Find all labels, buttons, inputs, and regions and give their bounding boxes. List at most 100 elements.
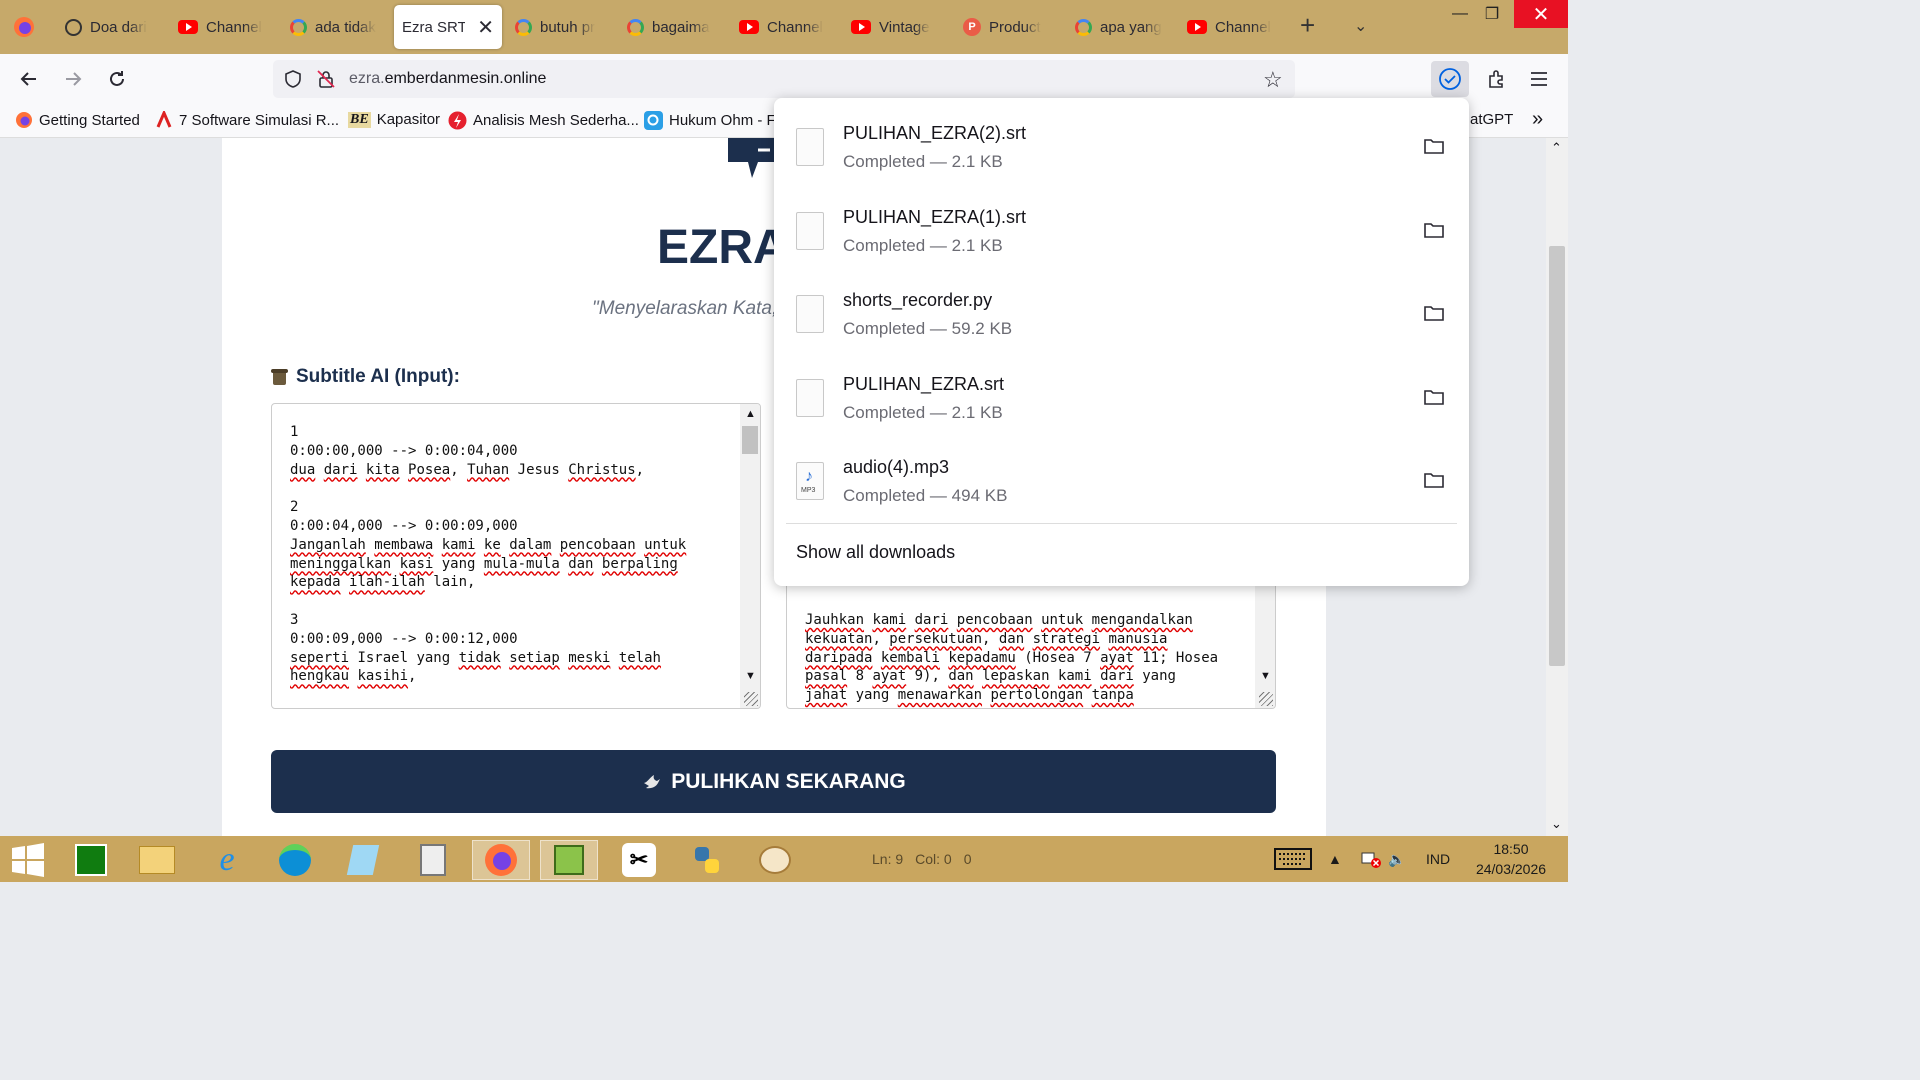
download-item[interactable]: PULIHAN_EZRA(2).srt Completed — 2.1 KB xyxy=(774,98,1469,182)
url-text[interactable]: ezra.emberdanmesin.online xyxy=(349,70,546,88)
taskbar-python[interactable] xyxy=(678,840,736,880)
show-hidden-icons-button[interactable]: ▲ xyxy=(1328,836,1342,882)
bookmark-star-icon[interactable]: ☆ xyxy=(1263,67,1283,93)
scroll-down-icon[interactable]: ▼ xyxy=(745,670,756,682)
network-disconnected-icon[interactable] xyxy=(1360,836,1382,882)
text-line: Janganlah membawa kami ke dalam pencobaa… xyxy=(290,536,687,553)
volume-icon[interactable]: 🔈 xyxy=(1388,836,1405,882)
tab-item[interactable]: apa yang xyxy=(1067,5,1179,49)
file-icon xyxy=(796,128,824,166)
bookmark-chatgpt[interactable]: atGPT xyxy=(1470,111,1513,128)
open-folder-icon[interactable] xyxy=(1424,222,1444,238)
show-all-downloads-button[interactable]: Show all downloads xyxy=(796,542,955,563)
open-folder-icon[interactable] xyxy=(1424,138,1444,154)
tab-item[interactable]: Doa dari xyxy=(57,5,169,49)
scroll-down-icon[interactable]: ▼ xyxy=(1260,670,1271,682)
url-bar[interactable]: ezra.emberdanmesin.online ☆ xyxy=(273,60,1295,98)
tab-label: ada tidak xyxy=(315,18,376,36)
bookmark-analisis-mesh[interactable]: Analisis Mesh Sederha... xyxy=(448,111,639,130)
google-icon xyxy=(515,18,532,36)
download-status: Completed — 494 KB xyxy=(843,486,1008,505)
open-folder-icon[interactable] xyxy=(1424,305,1444,321)
more-bookmarks-chevron-icon[interactable]: » xyxy=(1532,108,1543,131)
input-scrollbar[interactable]: ▲ ▼ xyxy=(740,404,760,708)
bookmark-software-simulasi[interactable]: 7 Software Simulasi R... xyxy=(155,111,339,129)
input-scroll-thumb[interactable] xyxy=(742,426,758,454)
download-status: Completed — 59.2 KB xyxy=(843,319,1013,338)
taskbar-store[interactable] xyxy=(62,840,120,880)
page-scroll-up-icon[interactable]: ⌃ xyxy=(1551,140,1562,156)
subtitle-input-textarea[interactable]: 1 0:00:00,000 --> 0:00:04,000 dua dari kit… xyxy=(271,403,761,709)
open-folder-icon[interactable] xyxy=(1424,472,1444,488)
downloads-button[interactable] xyxy=(1431,61,1469,97)
downloads-panel: PULIHAN_EZRA(2).srt Completed — 2.1 KB PUL… xyxy=(774,98,1469,586)
taskbar-firefox[interactable] xyxy=(472,840,530,880)
text-line: 1 xyxy=(290,424,299,440)
youtube-icon xyxy=(1187,20,1207,34)
reload-button[interactable] xyxy=(101,64,133,94)
tab-close-icon[interactable]: ✕ xyxy=(477,15,494,40)
download-status: Completed — 2.1 KB xyxy=(843,402,1003,422)
system-clock[interactable]: 18:50 24/03/2026 xyxy=(1470,836,1552,882)
editor-status: Ln: 9 Col: 0 0 xyxy=(872,851,972,867)
quora-icon xyxy=(644,111,663,130)
page-scrollbar[interactable]: ⌃ ⌄ xyxy=(1546,138,1568,836)
mp3-file-icon: ♪ MP3 xyxy=(796,462,824,500)
tab-item[interactable]: P Product xyxy=(955,5,1067,49)
tab-item[interactable]: Vintage xyxy=(843,5,955,49)
new-tab-button[interactable]: + xyxy=(1300,12,1315,38)
tab-item[interactable]: Channel xyxy=(1179,5,1285,49)
page-scroll-down-icon[interactable]: ⌄ xyxy=(1551,816,1562,832)
download-filename: PULIHAN_EZRA(2).srt xyxy=(843,123,1027,143)
store-icon xyxy=(75,844,107,876)
scroll-up-icon[interactable]: ▲ xyxy=(745,408,756,420)
taskbar-capcut[interactable]: ✂ xyxy=(610,840,668,880)
text-line: Jauhkan kami dari pencobaan untuk mengan… xyxy=(805,612,1193,628)
open-folder-icon[interactable] xyxy=(1424,389,1444,405)
minimize-button[interactable]: — xyxy=(1448,0,1472,28)
bookmark-kapasitor[interactable]: BE Kapasitor xyxy=(348,111,440,128)
close-window-button[interactable]: ✕ xyxy=(1514,0,1568,28)
bookmark-hukum-ohm[interactable]: Hukum Ohm - F xyxy=(644,111,776,130)
restore-now-button[interactable]: PULIHKAN SEKARANG xyxy=(271,750,1276,813)
extensions-icon[interactable] xyxy=(1480,64,1512,94)
back-button[interactable] xyxy=(13,64,45,94)
taskbar-edge[interactable] xyxy=(266,840,324,880)
resize-handle-icon[interactable] xyxy=(744,692,758,706)
input-language[interactable]: IND xyxy=(1426,836,1450,882)
tab-item[interactable]: Ezra SRT - ✕ xyxy=(394,5,502,49)
start-button[interactable] xyxy=(0,840,56,880)
insecure-lock-icon[interactable] xyxy=(316,69,336,94)
download-item[interactable]: shorts_recorder.py Completed — 59.2 KB xyxy=(774,265,1469,349)
page-scroll-thumb[interactable] xyxy=(1549,246,1565,666)
subtitle-input-text: 1 0:00:00,000 --> 0:00:04,000 dua dari kit… xyxy=(290,423,686,686)
resize-handle-icon[interactable] xyxy=(1259,692,1273,706)
tab-item[interactable]: ada tidak xyxy=(282,5,394,49)
download-item[interactable]: ♪ MP3 audio(4).mp3 Completed — 494 KB xyxy=(774,432,1469,516)
firefox-menu-icon[interactable] xyxy=(10,14,38,40)
taskbar-calculator[interactable] xyxy=(404,840,462,880)
download-item[interactable]: PULIHAN_EZRA(1).srt Completed — 2.1 KB xyxy=(774,182,1469,266)
touch-keyboard-icon[interactable] xyxy=(1274,836,1312,882)
tab-item[interactable]: bagaima xyxy=(619,5,731,49)
taskbar-notepad[interactable] xyxy=(334,840,392,880)
tracking-shield-icon[interactable] xyxy=(283,69,303,94)
file-icon xyxy=(796,211,824,250)
app-menu-button[interactable] xyxy=(1523,64,1555,94)
tab-item[interactable]: Channel xyxy=(731,5,843,49)
restore-button[interactable]: ❐ xyxy=(1480,0,1504,28)
tab-item[interactable]: butuh pr xyxy=(507,5,619,49)
bookmark-getting-started[interactable]: Getting Started xyxy=(15,111,140,129)
dove-icon xyxy=(644,774,661,788)
taskbar-paint[interactable] xyxy=(746,840,804,880)
product-hunt-icon: P xyxy=(963,18,981,36)
list-all-tabs-button[interactable]: ⌄ xyxy=(1354,16,1367,36)
tab-item[interactable]: Channel xyxy=(170,5,282,49)
taskbar-internet-explorer[interactable]: e xyxy=(198,840,256,880)
taskbar-file-explorer[interactable] xyxy=(128,840,186,880)
capcut-icon: ✂ xyxy=(622,843,656,877)
download-filename: PULIHAN_EZRA.srt xyxy=(843,373,1005,394)
taskbar-text-editor[interactable] xyxy=(540,840,598,880)
download-item[interactable]: PULIHAN_EZRA.srt Completed — 2.1 KB xyxy=(774,349,1469,433)
forward-button[interactable] xyxy=(57,64,89,94)
